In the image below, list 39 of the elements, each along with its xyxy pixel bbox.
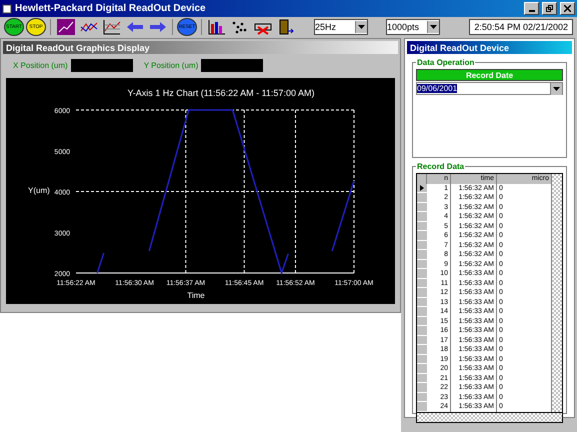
date-dropdown[interactable]: 09/06/2001	[416, 82, 563, 95]
chart-title: Y-Axis 1 Hz Chart (11:56:22 AM - 11:57:00 AM)	[128, 88, 314, 98]
close-button[interactable]	[560, 2, 575, 15]
x-axis-label: Time	[187, 291, 205, 300]
y-axis-label: Y(um)	[28, 186, 50, 195]
exit-door-icon	[276, 19, 294, 35]
right-arrow-icon	[148, 21, 166, 33]
x-position-field	[70, 58, 133, 72]
toolbar-button[interactable]	[206, 18, 227, 36]
left-arrow-icon	[126, 21, 144, 33]
rate-dropdown[interactable]: 25Hz	[314, 19, 368, 35]
clock-display: 2:50:54 PM 02/21/2002	[469, 19, 573, 35]
toolbar-button[interactable]	[101, 18, 122, 36]
horizontal-scrollbar[interactable]	[417, 412, 562, 422]
scatter-plot-icon	[230, 19, 248, 35]
y-position-label: Y Position (um)	[144, 60, 198, 70]
restore-button[interactable]	[542, 2, 557, 15]
chart-grid-icon	[102, 19, 120, 35]
line-chart-icon	[56, 19, 74, 35]
toolbar-button[interactable]	[55, 18, 76, 36]
y-position-field	[201, 58, 264, 72]
restore-icon	[546, 5, 553, 12]
close-icon	[564, 5, 571, 12]
group-title: Data Operation	[416, 58, 476, 67]
vertical-scrollbar[interactable]	[552, 174, 562, 412]
points-dropdown[interactable]: 1000pts	[386, 19, 440, 35]
x-position-label: X Position (um)	[13, 60, 68, 70]
group-title: Record Data	[416, 162, 466, 171]
minimize-button[interactable]	[524, 2, 539, 15]
dropdown-arrow-icon	[358, 25, 365, 29]
panel-header: Digital ReadOut Graphics Display	[3, 41, 398, 54]
bar-chart-icon	[208, 19, 226, 35]
window-title: Hewlett-Packard Digital ReadOut Device	[15, 3, 207, 14]
row-pointer-icon	[420, 184, 424, 191]
dropdown-arrow-icon	[553, 86, 560, 90]
panel-header: Digital ReadOut Device	[407, 41, 572, 54]
corner-header	[417, 174, 427, 184]
app-icon	[2, 4, 12, 14]
dropdown-arrow-icon	[430, 25, 437, 29]
